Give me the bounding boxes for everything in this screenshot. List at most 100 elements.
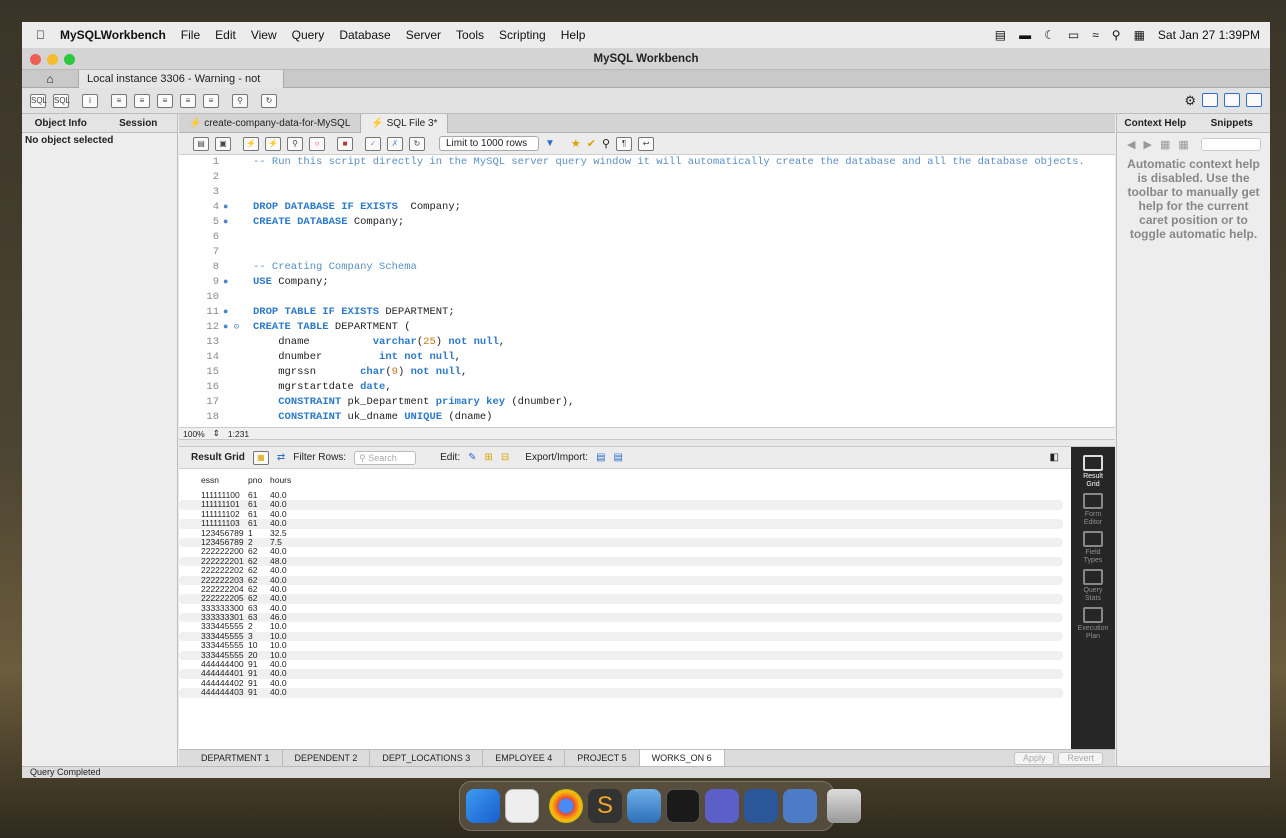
table-row[interactable]: 123456789 1 32.5 (179, 528, 1063, 538)
execute-current-icon[interactable]: ⚡ (265, 136, 281, 151)
chevron-down-icon[interactable]: ▼ (545, 138, 555, 149)
result-tab[interactable]: DEPENDENT 2 (283, 749, 371, 767)
moon-icon[interactable]: ☾ (1044, 28, 1055, 42)
editor-line[interactable]: 14 dnumber int not null, (179, 350, 1115, 365)
preview-icon[interactable] (627, 789, 661, 823)
table-row[interactable]: 111111103 61 40.0 (179, 518, 1063, 529)
editor-line[interactable]: 8 -- Creating Company Schema (179, 260, 1115, 275)
grid-icon[interactable]: ▦ (252, 450, 269, 465)
clock[interactable]: Sat Jan 27 1:39PM (1158, 28, 1260, 42)
table-row[interactable]: 123456789 2 7.5 (179, 537, 1063, 548)
refresh-icon[interactable]: ⇄ (277, 452, 285, 463)
table-row[interactable]: 444444402 91 40.0 (179, 678, 1063, 688)
new-sql-tab-icon[interactable]: SQL (30, 93, 47, 108)
table-row[interactable]: 444444403 91 40.0 (179, 687, 1063, 698)
auto-help-icon[interactable]: ▦ (1178, 138, 1188, 151)
beautify-icon[interactable]: ✔ (587, 137, 596, 150)
editor-line[interactable]: 11 ● DROP TABLE IF EXISTS DEPARTMENT; (179, 305, 1115, 320)
zoom-window-button[interactable] (64, 54, 75, 65)
zoom-stepper-icon[interactable]: ⇕ (213, 428, 220, 439)
limit-rows-select[interactable]: Limit to 1000 rows (439, 136, 539, 151)
teams-icon[interactable] (705, 789, 739, 823)
back-icon[interactable]: ◀ (1127, 138, 1135, 151)
find-icon[interactable]: ⚲ (602, 137, 610, 150)
editor-line[interactable]: 12 ● ⊝ CREATE TABLE DEPARTMENT ( (179, 320, 1115, 335)
toggle-panel-icon[interactable]: ◧ (1050, 452, 1059, 463)
create-function-icon[interactable]: ≡ (203, 93, 219, 108)
tab-sql-file-3[interactable]: ⚡ SQL File 3* (361, 114, 449, 133)
code-editor[interactable]: 1 -- Run this script directly in the MySQ… (179, 155, 1115, 427)
table-row[interactable]: 333333301 63 46.0 (179, 612, 1063, 623)
control-center-icon[interactable]: ▦ (1134, 28, 1145, 42)
toggle-sidebar-icon[interactable] (1202, 92, 1218, 107)
filter-search-input[interactable]: ⚲ Search (354, 450, 417, 465)
table-row[interactable]: 111111102 61 40.0 (179, 509, 1063, 519)
field-types-view-button[interactable]: Field Types (1071, 523, 1115, 564)
search-table-data-icon[interactable]: ⚲ (232, 93, 248, 108)
help-search-input[interactable] (1200, 137, 1261, 151)
editor-line[interactable]: 3 (179, 185, 1115, 200)
menu-tools[interactable]: Tools (456, 28, 484, 42)
toggle-secondary-sidebar-icon[interactable] (1246, 92, 1262, 107)
table-row[interactable]: 111111100 61 40.0 (179, 490, 1063, 500)
menu-query[interactable]: Query (292, 28, 325, 42)
connection-tab[interactable]: Local instance 3306 - Warning - not supp… (78, 69, 284, 103)
word-icon[interactable] (744, 789, 778, 823)
editor-line[interactable]: 9 ● USE Company; (179, 275, 1115, 290)
table-row[interactable]: 111111101 61 40.0 (179, 499, 1063, 510)
revert-button[interactable]: Revert (1058, 751, 1103, 765)
trash-icon[interactable] (827, 789, 861, 823)
form-editor-view-button[interactable]: Form Editor (1071, 485, 1115, 526)
app-menu[interactable]: MySQLWorkbench (60, 28, 166, 42)
open-file-icon[interactable]: ▤ (193, 136, 209, 151)
sublime-text-icon[interactable]: S (588, 789, 622, 823)
delete-row-icon[interactable]: ⊟ (501, 452, 509, 463)
result-tab[interactable]: WORKS_ON 6 (639, 749, 725, 767)
table-row[interactable]: 222222200 62 40.0 (179, 546, 1063, 556)
rollback-icon[interactable]: ✗ (387, 136, 403, 151)
forward-icon[interactable]: ▶ (1143, 138, 1151, 151)
import-icon[interactable]: ▤ (614, 452, 623, 463)
tab-context-help[interactable]: Context Help (1117, 114, 1194, 132)
open-sql-file-icon[interactable]: SQL (53, 93, 70, 108)
table-row[interactable]: 222222203 62 40.0 (179, 575, 1063, 585)
stop-icon[interactable]: ○ (309, 136, 325, 151)
editor-line[interactable]: 17 CONSTRAINT pk_Department primary key … (179, 395, 1115, 410)
column-header-hours[interactable]: hours (270, 475, 310, 485)
export-icon[interactable]: ▤ (596, 452, 605, 463)
result-tab[interactable]: DEPT_LOCATIONS 3 (370, 749, 484, 767)
battery-icon[interactable]: ▭ (1068, 28, 1079, 42)
menu-database[interactable]: Database (339, 28, 390, 42)
query-stats-view-button[interactable]: Query Stats (1071, 561, 1115, 602)
editor-line[interactable]: 13 dname varchar(25) not null, (179, 335, 1115, 350)
manual-help-icon[interactable]: ▦ (1160, 138, 1170, 151)
create-procedure-icon[interactable]: ≡ (180, 93, 196, 108)
execute-icon[interactable]: ⚡ (243, 136, 259, 151)
invisible-chars-icon[interactable]: ¶ (616, 136, 633, 151)
table-row[interactable]: 333445555 20 10.0 (179, 650, 1063, 661)
finder-icon[interactable] (466, 789, 500, 823)
table-row[interactable]: 444444401 91 40.0 (179, 669, 1063, 679)
table-row[interactable]: 222222204 62 40.0 (179, 584, 1063, 594)
launchpad-icon[interactable] (505, 789, 539, 823)
autocommit-icon[interactable]: ↻ (409, 136, 425, 151)
menu-edit[interactable]: Edit (215, 28, 236, 42)
calendar-icon[interactable]: ▤ (995, 28, 1006, 42)
table-row[interactable]: 222222201 62 48.0 (179, 556, 1063, 567)
apply-button[interactable]: Apply (1013, 751, 1055, 765)
menu-scripting[interactable]: Scripting (499, 28, 546, 42)
tab-snippets[interactable]: Snippets (1194, 114, 1271, 132)
menu-help[interactable]: Help (561, 28, 586, 42)
editor-line[interactable]: 16 mgrstartdate date, (179, 380, 1115, 395)
commit-icon[interactable]: ✓ (365, 136, 381, 151)
home-icon[interactable]: ⌂ (22, 72, 78, 86)
settings-icon[interactable]: ⚙ (1184, 93, 1196, 109)
zoom-level[interactable]: 100% (183, 429, 205, 439)
editor-line[interactable]: 4 ● DROP DATABASE IF EXISTS Company; (179, 200, 1115, 215)
save-icon[interactable]: ▣ (215, 136, 231, 151)
create-table-icon[interactable]: ≡ (134, 93, 150, 108)
table-cell[interactable]: 91 (248, 687, 270, 697)
editor-line[interactable]: 2 (179, 170, 1115, 185)
tab-object-info[interactable]: Object Info (22, 114, 100, 132)
menu-server[interactable]: Server (406, 28, 441, 42)
